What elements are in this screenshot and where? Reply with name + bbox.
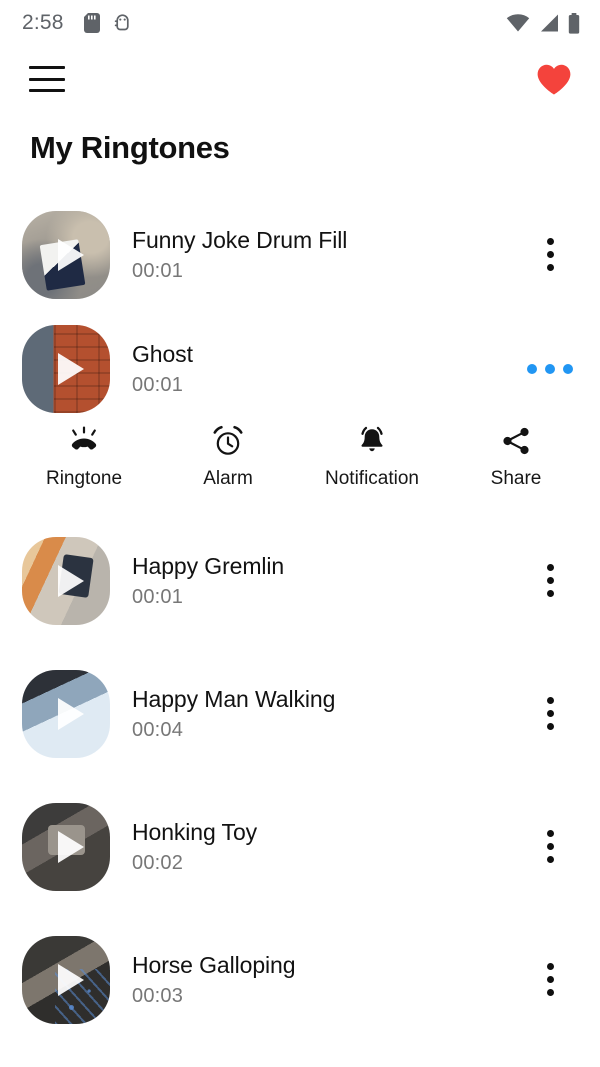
ringtone-list: Funny Joke Drum Fill 00:01 Ghost 00:01 R…: [0, 166, 600, 1046]
status-right-icons: [506, 12, 580, 34]
ringtone-info: Ghost 00:01: [132, 342, 193, 394]
ringtone-info: Happy Man Walking 00:04: [132, 687, 335, 739]
ringtone-action-bar: Ringtone Alarm Notification Share: [0, 416, 600, 514]
sd-card-icon: [83, 13, 100, 33]
action-alarm[interactable]: Alarm: [156, 416, 300, 504]
overflow-menu-icon[interactable]: [526, 223, 574, 287]
ringtone-info: Horse Galloping 00:03: [132, 952, 296, 1007]
menu-dot: [546, 989, 554, 996]
play-icon[interactable]: [58, 830, 84, 863]
wifi-icon: [506, 14, 530, 32]
ringtone-row[interactable]: Happy Gremlin 00:01: [0, 514, 600, 647]
ringtone-thumbnail[interactable]: [22, 210, 110, 299]
ringtone-thumbnail[interactable]: [22, 802, 110, 891]
ringtone-thumbnail[interactable]: [22, 669, 110, 758]
play-icon[interactable]: [58, 697, 84, 730]
ringtone-row-expanded[interactable]: Ghost 00:01: [0, 321, 600, 416]
overflow-menu-icon[interactable]: [526, 549, 574, 613]
menu-dot: [546, 238, 554, 245]
menu-dot: [546, 843, 554, 850]
status-bar: 2:58: [0, 0, 600, 46]
page-title: My Ringtones: [30, 130, 230, 165]
ringtone-title: Horse Galloping: [132, 952, 296, 979]
ringing-phone-icon: [67, 424, 101, 458]
action-label: Alarm: [203, 468, 253, 489]
ringtone-duration: 00:01: [132, 585, 184, 608]
menu-dot: [546, 963, 554, 970]
battery-icon: [568, 12, 580, 34]
menu-dot: [545, 363, 555, 374]
menu-dot: [563, 363, 573, 374]
ringtone-info: Funny Joke Drum Fill 00:01: [132, 228, 347, 280]
heart-glyph: [537, 64, 571, 94]
overflow-menu-icon[interactable]: [526, 682, 574, 746]
ringtone-title: Happy Gremlin: [132, 553, 285, 580]
ringtone-row[interactable]: Funny Joke Drum Fill 00:01: [0, 188, 600, 321]
ringtone-title: Ghost: [132, 341, 193, 368]
ringtone-title: Honking Toy: [132, 819, 258, 846]
menu-dot: [546, 856, 554, 863]
overflow-menu-icon[interactable]: [526, 948, 574, 1012]
share-icon: [500, 424, 532, 458]
menu-dot: [546, 577, 554, 584]
overflow-menu-icon-active[interactable]: [526, 337, 574, 401]
bell-icon: [355, 424, 389, 458]
menu-dot: [546, 723, 554, 730]
ringtone-duration: 00:03: [132, 984, 184, 1007]
ringtone-duration: 00:01: [132, 373, 184, 396]
play-icon[interactable]: [58, 352, 84, 385]
ringtone-duration: 00:01: [132, 259, 184, 282]
menu-dot: [546, 264, 554, 271]
action-label: Share: [490, 468, 542, 489]
android-debug-icon: [114, 14, 129, 31]
ringtone-row[interactable]: Honking Toy 00:02: [0, 780, 600, 913]
ringtone-thumbnail[interactable]: [22, 536, 110, 625]
ringtone-duration: 00:02: [132, 851, 184, 874]
play-icon[interactable]: [58, 564, 84, 597]
menu-dot: [546, 251, 554, 258]
menu-dot: [546, 830, 554, 837]
play-icon[interactable]: [58, 238, 84, 271]
status-left-icons: [83, 13, 131, 33]
ringtone-info: Honking Toy 00:02: [132, 820, 257, 872]
action-share[interactable]: Share: [444, 416, 588, 504]
menu-dot: [546, 564, 554, 571]
play-icon[interactable]: [58, 963, 84, 996]
ringtone-info: Happy Gremlin 00:01: [132, 554, 284, 606]
ringtone-duration: 00:04: [132, 718, 184, 741]
menu-dot: [546, 590, 554, 597]
action-label: Ringtone: [45, 468, 123, 489]
action-notification[interactable]: Notification: [300, 416, 444, 504]
menu-dot: [546, 976, 554, 983]
hamburger-menu-icon[interactable]: [29, 66, 65, 92]
ringtone-row[interactable]: Horse Galloping 00:03: [0, 913, 600, 1046]
ringtone-thumbnail[interactable]: [22, 935, 110, 1024]
action-label: Notification: [325, 468, 419, 489]
menu-dot: [527, 363, 537, 374]
menu-dot: [546, 710, 554, 717]
ringtone-thumbnail[interactable]: [22, 324, 110, 413]
menu-dot: [546, 697, 554, 704]
ringtone-title: Happy Man Walking: [132, 686, 336, 713]
overflow-menu-icon[interactable]: [526, 815, 574, 879]
app-bar: [0, 46, 600, 112]
ringtone-title: Funny Joke Drum Fill: [132, 227, 348, 254]
heart-icon[interactable]: [536, 63, 572, 96]
action-ringtone[interactable]: Ringtone: [12, 416, 156, 504]
cellular-signal-icon: [541, 14, 558, 32]
ringtone-row[interactable]: Happy Man Walking 00:04: [0, 647, 600, 780]
status-time: 2:58: [22, 11, 64, 34]
alarm-clock-icon: [212, 424, 244, 458]
